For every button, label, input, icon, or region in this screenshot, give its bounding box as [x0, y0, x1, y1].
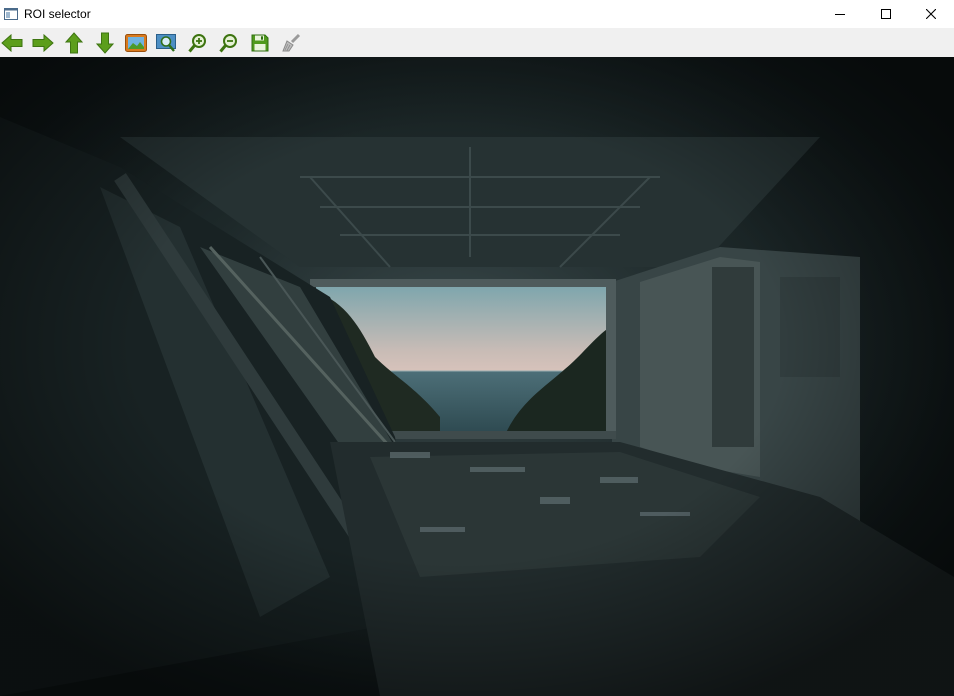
photo-abandoned-room-sea-view	[0, 57, 954, 696]
zoom-out-button[interactable]	[217, 31, 241, 55]
minimize-button[interactable]	[817, 0, 863, 28]
arrow-down-icon	[96, 32, 114, 54]
previous-button[interactable]	[0, 31, 24, 55]
arrow-right-icon	[32, 34, 54, 52]
window-title: ROI selector	[24, 7, 91, 21]
maximize-button[interactable]	[863, 0, 909, 28]
arrow-left-icon	[1, 34, 23, 52]
close-button[interactable]	[908, 0, 954, 28]
zoom-in-icon	[188, 33, 208, 53]
app-window-icon	[4, 7, 18, 20]
move-up-button[interactable]	[62, 31, 86, 55]
minimize-icon	[835, 9, 845, 19]
zoom-in-button[interactable]	[186, 31, 210, 55]
toolbar	[0, 28, 954, 57]
clear-brush-icon	[281, 33, 301, 53]
next-button[interactable]	[31, 31, 55, 55]
zoom-fit-icon	[156, 33, 178, 53]
maximize-icon	[881, 9, 891, 19]
save-icon	[251, 34, 269, 52]
zoom-out-icon	[219, 33, 239, 53]
arrow-up-icon	[65, 32, 83, 54]
image-canvas[interactable]	[0, 57, 954, 696]
move-down-button[interactable]	[93, 31, 117, 55]
clear-button[interactable]	[279, 31, 303, 55]
fit-window-button[interactable]	[155, 31, 179, 55]
title-bar: ROI selector	[0, 0, 954, 28]
show-image-button[interactable]	[124, 31, 148, 55]
save-button[interactable]	[248, 31, 272, 55]
picture-icon	[125, 34, 147, 52]
close-icon	[926, 9, 936, 19]
